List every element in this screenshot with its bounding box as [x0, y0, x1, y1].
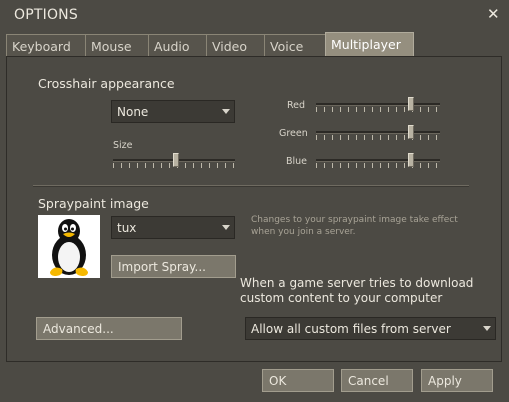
- crosshair-style-dropdown[interactable]: None: [111, 100, 235, 123]
- tab-audio[interactable]: Audio: [148, 34, 208, 56]
- tab-video[interactable]: Video: [206, 34, 266, 56]
- tux-penguin-icon: [50, 219, 88, 276]
- red-slider-track: [316, 103, 440, 106]
- window-title: OPTIONS: [14, 7, 78, 23]
- apply-button[interactable]: Apply: [421, 369, 493, 392]
- chevron-down-icon: [483, 326, 491, 331]
- tab-keyboard[interactable]: Keyboard: [6, 34, 87, 56]
- advanced-button[interactable]: Advanced...: [36, 317, 182, 340]
- blue-slider-ticks: [316, 163, 440, 168]
- crosshair-section-label: Crosshair appearance: [38, 76, 175, 91]
- ok-button[interactable]: OK: [262, 369, 334, 392]
- custom-files-value: Allow all custom files from server: [251, 322, 451, 336]
- red-slider-thumb[interactable]: [408, 97, 414, 111]
- size-slider-thumb[interactable]: [173, 153, 179, 167]
- blue-slider-thumb[interactable]: [408, 153, 414, 167]
- close-icon[interactable]: ✕: [487, 5, 500, 23]
- cancel-button[interactable]: Cancel: [341, 369, 413, 392]
- tab-voice[interactable]: Voice: [264, 34, 327, 56]
- spray-section-label: Spraypaint image: [38, 196, 149, 211]
- green-slider[interactable]: [316, 125, 440, 141]
- red-slider-ticks: [316, 107, 440, 112]
- chevron-down-icon: [222, 225, 230, 230]
- tab-mouse[interactable]: Mouse: [85, 34, 150, 56]
- green-slider-track: [316, 131, 440, 134]
- crosshair-style-value: None: [117, 105, 149, 119]
- chevron-down-icon: [222, 109, 230, 114]
- green-slider-ticks: [316, 135, 440, 140]
- green-label: Green: [279, 128, 308, 139]
- blue-slider-track: [316, 159, 440, 162]
- tab-multiplayer[interactable]: Multiplayer: [325, 32, 414, 57]
- blue-slider[interactable]: [316, 153, 440, 169]
- spray-preview-image: [38, 215, 100, 278]
- custom-files-dropdown[interactable]: Allow all custom files from server: [245, 317, 496, 340]
- import-spray-button[interactable]: Import Spray...: [111, 255, 236, 278]
- section-divider: [33, 185, 469, 187]
- spray-value: tux: [117, 221, 137, 235]
- red-label: Red: [287, 100, 306, 111]
- size-label: Size: [113, 140, 133, 151]
- spray-hint-text: Changes to your spraypaint image take ef…: [251, 215, 458, 237]
- spray-dropdown[interactable]: tux: [111, 216, 235, 239]
- download-label: When a game server tries to download cus…: [240, 276, 474, 305]
- blue-label: Blue: [286, 156, 308, 167]
- green-slider-thumb[interactable]: [408, 125, 414, 139]
- red-slider[interactable]: [316, 97, 440, 113]
- size-slider[interactable]: [113, 153, 235, 169]
